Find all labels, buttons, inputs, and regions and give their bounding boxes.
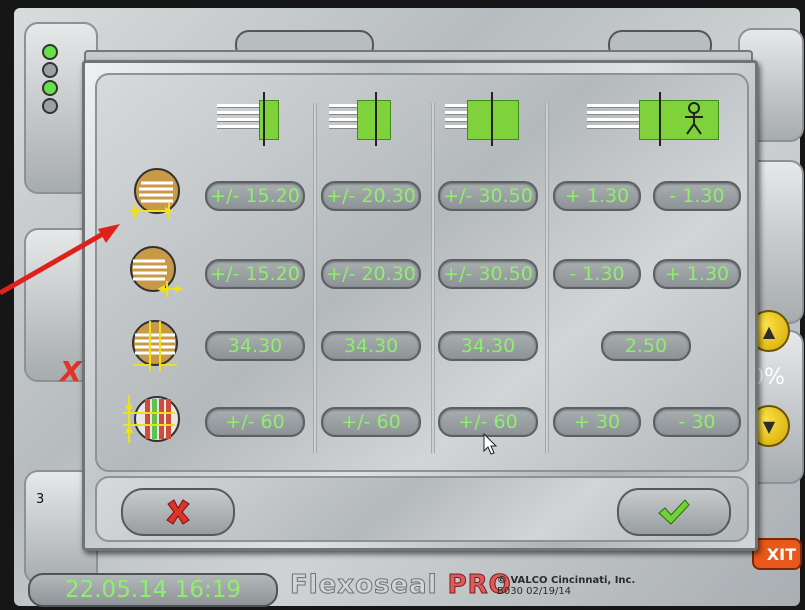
annotation-arrow [0,224,120,296]
value-cell[interactable]: 34.30 [205,331,305,361]
width-gap-icon [132,320,178,371]
tolerance-dialog: +/- 15.20 +/- 20.30 +/- 30.50 + 1.30 - 1… [82,60,758,551]
triple-tray-icon [445,92,519,146]
status-led-1 [42,44,58,60]
green-check-icon [658,499,690,525]
value-cell[interactable]: +/- 20.30 [321,259,421,289]
value-cell[interactable]: 34.30 [438,331,538,361]
vertical-offset-icon [123,395,180,443]
column-divider [545,103,549,453]
red-x-icon: X [60,355,82,388]
company-info: © VALCO Cincinnati, Inc. B030 02/19/14 [497,575,635,597]
value-cell[interactable]: +/- 60 [321,407,421,437]
status-led-2 [42,62,58,78]
value-cell[interactable]: 34.30 [321,331,421,361]
value-cell[interactable]: +/- 15.20 [205,259,305,289]
value-cell[interactable]: +/- 30.50 [438,259,538,289]
datetime-display: 22.05.14 16:19 [28,573,278,607]
tray-with-operator-icon [587,92,719,146]
value-cell[interactable]: +/- 15.20 [205,181,305,211]
status-led-4 [42,98,58,114]
value-cell[interactable]: + 30 [553,407,641,437]
value-cell[interactable]: 2.50 [601,331,691,361]
confirm-button[interactable] [617,488,731,536]
side-number: 3 [36,492,45,507]
column-divider [431,103,435,453]
company-name: © VALCO Cincinnati, Inc. [497,575,636,586]
value-cell[interactable]: + 1.30 [653,259,741,289]
brand-name: Flexoseal [290,570,438,601]
dialog-footer [95,476,749,542]
tolerance-table: +/- 15.20 +/- 20.30 +/- 30.50 + 1.30 - 1… [95,73,749,472]
red-x-icon [166,499,190,525]
value-cell[interactable]: + 1.30 [553,181,641,211]
value-cell[interactable]: +/- 20.30 [321,181,421,211]
mouse-cursor-icon [483,433,498,455]
brand-logo: Flexoseal PRO [290,570,512,601]
value-cell[interactable]: +/- 60 [205,407,305,437]
single-tray-icon [217,92,279,146]
cancel-button[interactable] [121,488,235,536]
status-led-3 [42,80,58,96]
value-cell[interactable]: - 1.30 [653,181,741,211]
value-cell[interactable]: - 30 [653,407,741,437]
horizontal-offset-left-icon [130,246,183,297]
column-divider [313,103,317,453]
double-tray-icon [329,92,391,146]
value-cell[interactable]: +/- 30.50 [438,181,538,211]
exit-button[interactable]: XIT [752,538,802,570]
operator-icon [685,102,703,135]
version-label: B030 02/19/14 [497,586,572,597]
value-cell[interactable]: - 1.30 [553,259,641,289]
horizontal-offset-right-icon [129,168,180,219]
